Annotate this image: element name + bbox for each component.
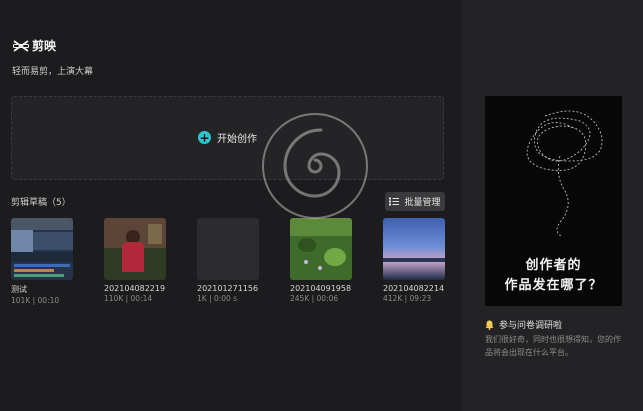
draft-meta: 101K | 00:10	[11, 296, 60, 305]
draft-name: 202104082219	[104, 284, 166, 293]
poster-line1: 创作者的	[525, 258, 582, 273]
draft-meta: 412K | 09:23	[383, 294, 432, 303]
draft-name: 202104082214	[383, 284, 445, 293]
draft-thumbnail	[197, 218, 259, 280]
draft-card[interactable]: 测试 101K | 00:10	[11, 218, 73, 305]
app-title: 剪映	[32, 39, 57, 53]
draft-thumbnail	[290, 218, 352, 280]
bell-icon	[485, 320, 494, 330]
survey-title-text: 参与问卷调研啦	[499, 321, 563, 331]
poster-line2: 作品发在哪了？	[504, 278, 603, 293]
draft-thumbnail	[11, 218, 73, 280]
list-icon	[389, 197, 400, 206]
capcut-logo-icon	[13, 39, 29, 52]
draft-name: 202104091958	[290, 284, 352, 293]
promo-poster[interactable]: 创作者的 作品发在哪了？	[485, 96, 622, 306]
draft-name: 测试	[11, 285, 27, 294]
app-tagline: 轻而易剪，上演大幕	[12, 67, 94, 77]
scribble-graphic	[526, 110, 603, 237]
draft-thumbnail	[383, 218, 445, 280]
survey-title[interactable]: 参与问卷调研啦	[485, 318, 562, 331]
draft-meta: 1K | 0:00 s	[197, 294, 238, 303]
app-logo: 剪映	[13, 37, 56, 54]
start-create-label: 开始创作	[217, 134, 257, 145]
draft-card[interactable]: 202101271156 1K | 0:00 s	[197, 218, 259, 303]
draft-meta: 245K | 00:06	[290, 294, 339, 303]
batch-manage-button[interactable]: 批量管理	[385, 192, 445, 211]
batch-manage-label: 批量管理	[404, 198, 441, 208]
draft-name: 202101271156	[197, 284, 259, 293]
draft-meta: 110K | 00:14	[104, 294, 153, 303]
draft-card[interactable]: 202104082219 110K | 00:14	[104, 218, 166, 303]
draft-card[interactable]: 202104082214 412K | 09:23	[383, 218, 445, 303]
draft-card[interactable]: 202104091958 245K | 00:06	[290, 218, 352, 303]
drafts-title: 剪辑草稿（5）	[11, 198, 71, 208]
start-create-button[interactable]: + 开始创作	[198, 130, 257, 145]
survey-description: 我们很好奇，同时也很想得知，您的作品将会出现在什么平台。	[485, 335, 621, 357]
plus-icon: +	[198, 130, 211, 145]
draft-thumbnail	[104, 218, 166, 280]
